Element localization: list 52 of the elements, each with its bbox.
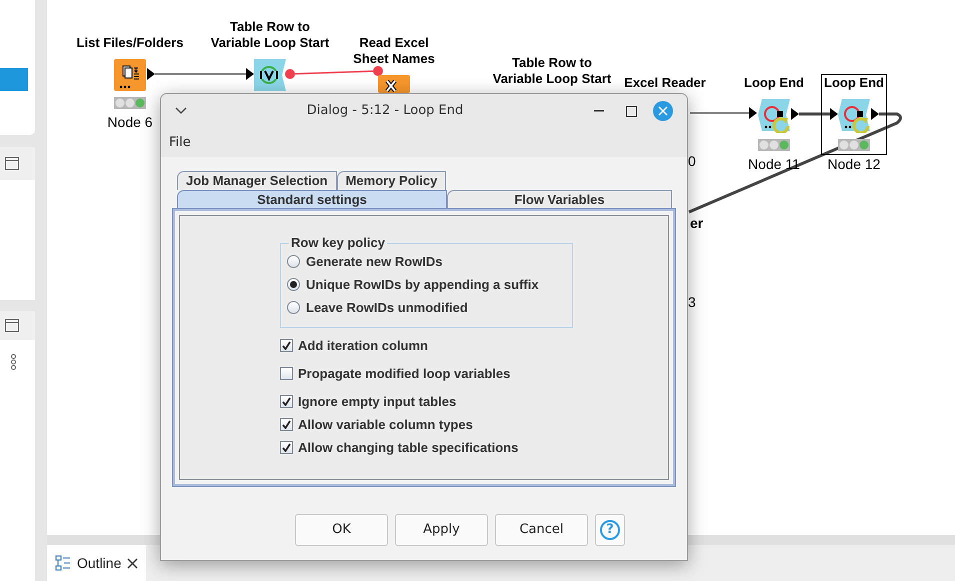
checkbox-label: Add iteration column <box>298 336 428 355</box>
panel-tab[interactable]: Outline <box>47 545 146 581</box>
node-label: 3 <box>688 294 696 310</box>
node-label: Loop End <box>824 75 884 91</box>
node-label: Excel Reader <box>624 75 706 91</box>
minimize-icon[interactable] <box>594 110 604 112</box>
dialog-button[interactable]: Apply <box>395 514 488 546</box>
radio-label: Unique RowIDs by appending a suffix <box>306 276 539 294</box>
window-icon[interactable] <box>5 319 19 332</box>
radio-button[interactable] <box>287 255 300 268</box>
checkbox-label: Allow variable column types <box>298 416 473 434</box>
node-icon[interactable] <box>254 59 286 91</box>
node-label: er <box>690 215 704 231</box>
radio-button[interactable] <box>287 301 300 314</box>
checkbox[interactable] <box>280 441 293 454</box>
group-title: Row key policy <box>290 236 386 250</box>
node-label: Table Row to Variable Loop Start <box>492 55 612 87</box>
node-label: Read Excel Sheet Names <box>353 35 435 67</box>
checkbox[interactable] <box>280 395 293 408</box>
more-icon[interactable] <box>10 354 17 370</box>
node-icon[interactable] <box>838 99 870 133</box>
dialog-button[interactable]: Cancel <box>495 514 588 546</box>
node-name: Node 12 <box>828 155 880 173</box>
radio-button[interactable] <box>287 278 300 291</box>
checkbox[interactable] <box>280 367 293 380</box>
tab[interactable]: Flow Variables <box>447 190 672 209</box>
node-icon[interactable] <box>758 99 790 133</box>
tab[interactable]: Standard settings <box>177 190 447 209</box>
chevron-down-icon[interactable] <box>175 107 187 115</box>
checkbox[interactable] <box>280 339 293 352</box>
window-title: Dialog - 5:12 - Loop End <box>306 102 464 120</box>
window-icon[interactable] <box>5 157 19 170</box>
tab[interactable]: Memory Policy <box>336 171 446 190</box>
checkbox[interactable] <box>280 418 293 431</box>
dialog-button[interactable]: OK <box>295 514 388 546</box>
node-label: List Files/Folders <box>76 35 184 51</box>
node-name: Node 6 <box>107 113 153 131</box>
node-icon[interactable] <box>114 59 146 91</box>
radio-label: Generate new RowIDs <box>306 252 443 271</box>
outline-icon <box>55 555 71 571</box>
tab[interactable]: Job Manager Selection <box>177 171 337 190</box>
node-label: 0 <box>688 153 696 169</box>
radio-label: Leave RowIDs unmodified <box>306 298 468 317</box>
menu-item[interactable]: File <box>169 132 191 152</box>
node-label: Loop End <box>744 75 804 91</box>
checkbox-label: Allow changing table specifications <box>298 438 518 457</box>
node-icon[interactable] <box>378 75 410 93</box>
maximize-icon[interactable] <box>626 106 636 116</box>
checkbox-label: Ignore empty input tables <box>298 392 456 411</box>
checkbox-label: Propagate modified loop variables <box>298 364 510 383</box>
close-icon[interactable] <box>127 558 138 568</box>
node-label: Table Row to Variable Loop Start <box>210 19 330 51</box>
